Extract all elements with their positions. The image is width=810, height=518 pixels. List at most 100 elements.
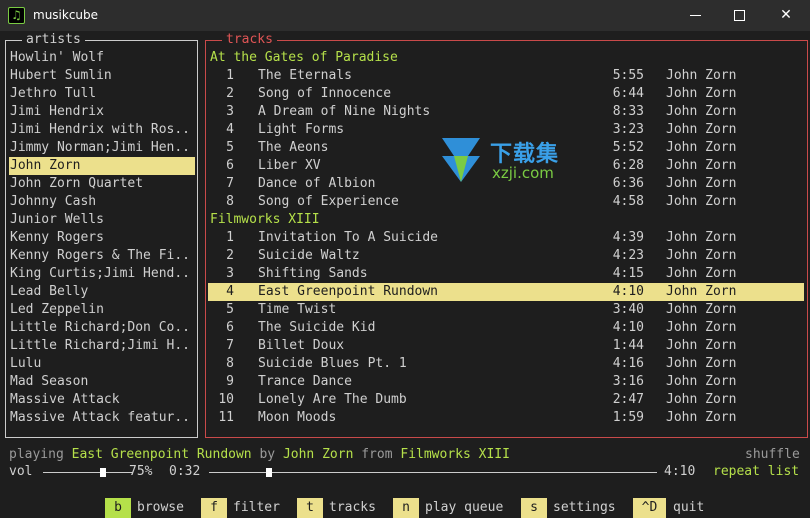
artist-list-item[interactable]: Massive Attack [9, 391, 195, 409]
shortcut-key-filter[interactable]: f [201, 498, 227, 518]
track-number: 6 [226, 320, 234, 335]
volume-slider[interactable] [43, 472, 133, 473]
artist-list-item[interactable]: Jimi Hendrix with Ros.. [9, 121, 195, 139]
album-header[interactable]: At the Gates of Paradise [208, 49, 804, 67]
track-row[interactable]: 5 Time Twist 3:40 John Zorn [208, 301, 804, 319]
volume-percent: 75% [129, 464, 153, 479]
artists-panel: artists Howlin' Wolf Hubert Sumlin Jethro … [5, 32, 198, 438]
track-artist: John Zorn [666, 122, 737, 137]
track-number: 10 [218, 392, 234, 407]
shortcut-label-settings[interactable]: settings [553, 498, 616, 518]
track-artist: John Zorn [666, 140, 737, 155]
shortcut-label-filter[interactable]: filter [233, 498, 280, 518]
artist-list-item[interactable]: Lulu [9, 355, 195, 373]
shortcut-label-tracks[interactable]: tracks [329, 498, 376, 518]
artist-list-item[interactable]: Kenny Rogers [9, 229, 195, 247]
track-duration: 3:16 [612, 374, 644, 389]
track-number: 4 [226, 122, 234, 137]
tracks-panel: tracks At the Gates of Paradise 1 The Eter… [205, 32, 808, 438]
track-row[interactable]: 8 Song of Experience 4:58 John Zorn [208, 193, 804, 211]
repeat-toggle[interactable]: repeat list [713, 463, 799, 481]
window-title: musikcube [33, 8, 99, 22]
track-row[interactable]: 2 Suicide Waltz 4:23 John Zorn [208, 247, 804, 265]
track-title: Liber XV [258, 158, 321, 173]
track-row[interactable]: 3 Shifting Sands 4:15 John Zorn [208, 265, 804, 283]
artist-list-item[interactable]: Jimmy Norman;Jimi Hen.. [9, 139, 195, 157]
track-number: 3 [226, 104, 234, 119]
track-title: The Aeons [258, 140, 329, 155]
watermark-url: xzji.com [492, 164, 554, 182]
artist-list-item[interactable]: Kenny Rogers & The Fi.. [9, 247, 195, 265]
track-artist: John Zorn [666, 338, 737, 353]
shuffle-toggle[interactable]: shuffle [745, 446, 800, 464]
now-playing-track: East Greenpoint Rundown [71, 447, 252, 462]
artist-list-item[interactable]: Junior Wells [9, 211, 195, 229]
artist-list-item[interactable]: Led Zeppelin [9, 301, 195, 319]
track-row[interactable]: 3 A Dream of Nine Nights 8:33 John Zorn [208, 103, 804, 121]
artist-list-item[interactable]: Mad Season [9, 373, 195, 391]
maximize-button[interactable] [718, 0, 762, 31]
track-duration: 3:23 [612, 122, 644, 137]
track-duration: 5:55 [612, 68, 644, 83]
seek-bar-handle[interactable] [266, 468, 273, 477]
artist-list-item[interactable]: Little Richard;Don Co.. [9, 319, 195, 337]
track-row[interactable]: 4 East Greenpoint Rundown 4:10 John Zorn [208, 283, 804, 301]
track-duration: 6:28 [612, 158, 644, 173]
track-row[interactable]: 1 Invitation To A Suicide 4:39 John Zorn [208, 229, 804, 247]
artist-list-item[interactable]: Jimi Hendrix [9, 103, 195, 121]
track-title: Song of Innocence [258, 86, 392, 101]
artist-list-item[interactable]: John Zorn [9, 157, 195, 175]
track-artist: John Zorn [666, 266, 737, 281]
shortcut-label-play-queue[interactable]: play queue [425, 498, 503, 518]
shortcut-key-quit[interactable]: ^D [633, 498, 666, 518]
shortcut-label-browse[interactable]: browse [137, 498, 184, 518]
track-duration: 8:33 [612, 104, 644, 119]
track-number: 8 [226, 194, 234, 209]
track-duration: 4:39 [612, 230, 644, 245]
shortcut-key-play-queue[interactable]: n [393, 498, 419, 518]
artist-list-item[interactable]: Lead Belly [9, 283, 195, 301]
album-header[interactable]: Filmworks XIII [208, 211, 804, 229]
track-row[interactable]: 2 Song of Innocence 6:44 John Zorn [208, 85, 804, 103]
track-number: 3 [226, 266, 234, 281]
total-time: 4:10 [664, 464, 696, 479]
now-playing-artist: John Zorn [282, 447, 354, 462]
track-duration: 2:47 [612, 392, 644, 407]
volume-slider-handle[interactable] [100, 468, 106, 477]
artist-list-item[interactable]: Johnny Cash [9, 193, 195, 211]
track-duration: 5:52 [612, 140, 644, 155]
artist-list-item[interactable]: Massive Attack featur.. [9, 409, 195, 427]
track-row[interactable]: 10 Lonely Are The Dumb 2:47 John Zorn [208, 391, 804, 409]
track-row[interactable]: 11 Moon Moods 1:59 John Zorn [208, 409, 804, 427]
shortcut-label-quit[interactable]: quit [673, 498, 704, 518]
track-row[interactable]: 8 Suicide Blues Pt. 1 4:16 John Zorn [208, 355, 804, 373]
track-duration: 4:15 [612, 266, 644, 281]
close-button[interactable]: ✕ [764, 0, 808, 31]
track-duration: 3:40 [612, 302, 644, 317]
artists-panel-title: artists [22, 32, 85, 48]
track-row[interactable]: 7 Billet Doux 1:44 John Zorn [208, 337, 804, 355]
track-title: Suicide Waltz [258, 248, 360, 263]
shortcut-key-tracks[interactable]: t [297, 498, 323, 518]
playing-label: playing [9, 447, 64, 462]
artist-list-item[interactable]: Little Richard;Jimi H.. [9, 337, 195, 355]
track-artist: John Zorn [666, 356, 737, 371]
track-title: East Greenpoint Rundown [258, 284, 439, 299]
artist-list-item[interactable]: King Curtis;Jimi Hend.. [9, 265, 195, 283]
seek-bar[interactable] [209, 472, 657, 473]
track-row[interactable]: 1 The Eternals 5:55 John Zorn [208, 67, 804, 85]
track-duration: 1:59 [612, 410, 644, 425]
track-number: 11 [218, 410, 234, 425]
track-row[interactable]: 6 The Suicide Kid 4:10 John Zorn [208, 319, 804, 337]
shortcut-key-settings[interactable]: s [521, 498, 547, 518]
track-title: Shifting Sands [258, 266, 368, 281]
artist-list-item[interactable]: John Zorn Quartet [9, 175, 195, 193]
shortcut-key-browse[interactable]: b [105, 498, 131, 518]
artist-list-item[interactable]: Hubert Sumlin [9, 67, 195, 85]
now-playing-album: Filmworks XIII [400, 447, 510, 462]
minimize-button[interactable] [674, 0, 718, 31]
track-row[interactable]: 9 Trance Dance 3:16 John Zorn [208, 373, 804, 391]
artist-list-item[interactable]: Jethro Tull [9, 85, 195, 103]
artist-list-item[interactable]: Howlin' Wolf [9, 49, 195, 67]
track-artist: John Zorn [666, 392, 737, 407]
